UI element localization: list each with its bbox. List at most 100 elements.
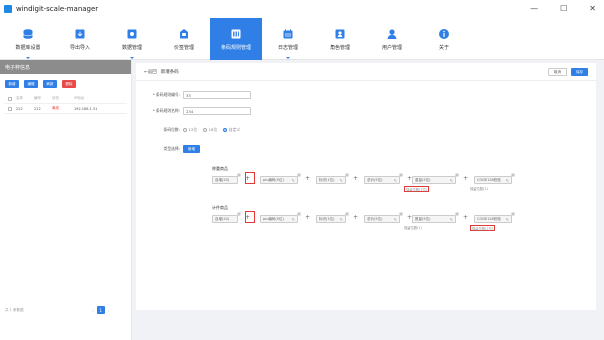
segment-label: 标识(1位) xyxy=(319,216,335,221)
table-row[interactable]: 222 222 离线 192.168.1.31 xyxy=(4,104,127,114)
toolbar-item-3[interactable]: 价签管理 xyxy=(158,18,210,60)
rule-name-input[interactable]: 234 xyxy=(183,107,251,115)
rule-code-row: * 条码规则编号: 33 xyxy=(140,91,251,99)
remove-segment-icon[interactable]: × xyxy=(399,212,403,216)
segment-chip[interactable]: plu编码(5位) ✎ xyxy=(260,176,298,184)
segment-label: 自增(20) xyxy=(215,177,230,182)
app-title: windigit-scale-manager xyxy=(16,5,99,13)
segment-chip[interactable]: 标识(1位) ✎ xyxy=(316,215,346,223)
toolbar-label: 导出导入 xyxy=(69,44,90,51)
toolbar-label: 关于 xyxy=(438,44,449,51)
calendar-log-icon xyxy=(282,28,295,41)
segment-chip[interactable]: 标识(1位) ✎ xyxy=(316,176,346,184)
remove-segment-icon[interactable]: × xyxy=(237,212,241,216)
edit-icon[interactable]: ✎ xyxy=(450,217,453,222)
close-button[interactable]: ✕ xyxy=(589,4,596,13)
toolbar-item-2[interactable]: 数据管理 xyxy=(106,18,158,60)
segment-label: plu编码(5位) xyxy=(263,177,284,182)
minimize-button[interactable]: — xyxy=(530,4,538,13)
header-name: 名称 xyxy=(16,96,23,100)
segment-label: CODE128校验 xyxy=(477,216,501,221)
toolbar-item-1[interactable]: 导出导入 xyxy=(54,18,106,60)
caret-down-icon xyxy=(286,57,290,59)
page-number-button[interactable]: 1 xyxy=(96,306,105,314)
rule-name-row: * 条码规则名称: 234 xyxy=(140,107,251,115)
plus-icon: + xyxy=(305,214,311,221)
add-segment-button[interactable]: 新增 xyxy=(183,145,200,153)
segment-chip[interactable]: 重量(5位) ✎ xyxy=(412,176,456,184)
edit-icon[interactable]: ✎ xyxy=(340,178,343,183)
remove-segment-icon[interactable]: × xyxy=(455,212,459,216)
pagination: ‹ 1 › xyxy=(92,306,109,314)
sidebar-button-3[interactable]: 删除 xyxy=(62,80,76,88)
remove-segment-icon[interactable]: × xyxy=(399,173,403,177)
toolbar-item-5[interactable]: 日志管理 xyxy=(262,18,314,60)
remove-segment-icon[interactable]: × xyxy=(297,173,301,177)
segment-label: 数量(5位) xyxy=(415,216,431,221)
remove-segment-icon[interactable]: × xyxy=(297,212,301,216)
segment-chip[interactable]: 自增(20) xyxy=(212,176,238,184)
segment-chip[interactable]: 自增(20) xyxy=(212,215,238,223)
segment-chip[interactable]: 总价(5位) ✎ xyxy=(364,215,400,223)
select-all-checkbox[interactable] xyxy=(8,96,12,101)
segment-chip[interactable]: plu编码(5位) ✎ xyxy=(260,215,298,223)
edit-icon[interactable]: ✎ xyxy=(340,217,343,222)
toolbar-item-8[interactable]: 关于 xyxy=(418,18,470,60)
toolbar-item-7[interactable]: 用户管理 xyxy=(366,18,418,60)
edit-icon[interactable]: ✎ xyxy=(450,178,453,183)
row-checkbox[interactable] xyxy=(8,106,12,111)
toolbar-item-6[interactable]: 角色管理 xyxy=(314,18,366,60)
remove-segment-icon[interactable]: × xyxy=(511,173,515,177)
maximize-button[interactable]: ☐ xyxy=(560,4,567,13)
segment-chip[interactable]: 总价(5位) ✎ xyxy=(364,176,400,184)
toolbar-item-4[interactable]: 条码规则管理 xyxy=(210,18,262,60)
remove-segment-icon[interactable]: × xyxy=(237,173,241,177)
precision-setting[interactable]: 保留位数(7位) xyxy=(470,225,496,231)
edit-icon[interactable]: ✎ xyxy=(506,178,509,183)
prev-page-button[interactable]: ‹ xyxy=(92,308,94,313)
panel-header: ←返回 新增条码 取消 保存 xyxy=(136,63,596,81)
sidebar-button-0[interactable]: 新增 xyxy=(5,80,19,88)
segment-label: 总价(5位) xyxy=(367,177,383,182)
radio-13[interactable]: 13位 xyxy=(183,127,197,133)
toolbar-label: 用户管理 xyxy=(381,44,402,51)
toolbar-label: 条码规则管理 xyxy=(220,44,251,51)
edit-icon[interactable]: ✎ xyxy=(506,217,509,222)
remove-segment-icon[interactable]: × xyxy=(511,212,515,216)
precision-setting[interactable]: 保留位数(7位) xyxy=(404,186,430,192)
role-icon xyxy=(334,28,347,41)
segment-chip[interactable]: 数量(5位) ✎ xyxy=(412,215,456,223)
sidebar-button-2[interactable]: 刷新 xyxy=(43,80,57,88)
caret-down-icon xyxy=(130,57,134,59)
remove-segment-icon[interactable]: × xyxy=(455,173,459,177)
back-link[interactable]: ←返回 xyxy=(144,69,157,75)
segment-label: CODE128校验 xyxy=(477,177,501,182)
rule-code-input[interactable]: 33 xyxy=(183,91,251,99)
edit-icon[interactable]: ✎ xyxy=(292,217,295,222)
segment-chip[interactable]: CODE128校验 ✎ xyxy=(474,215,512,223)
toolbar-item-0[interactable]: 数据库设置 xyxy=(2,18,54,60)
sidebar-title: 电子秤信息 xyxy=(0,60,131,74)
type-row: 类型选择: 新增 xyxy=(140,145,200,153)
length-label: 条码位数: xyxy=(163,127,180,132)
cancel-button[interactable]: 取消 xyxy=(548,68,567,76)
sidebar-button-1[interactable]: 编辑 xyxy=(24,80,38,88)
plus-icon: + xyxy=(463,175,469,182)
remove-segment-icon[interactable]: × xyxy=(345,212,349,216)
radio-13-icon xyxy=(183,128,187,132)
segment-chip[interactable]: CODE128校验 ✎ xyxy=(474,176,512,184)
save-button[interactable]: 保存 xyxy=(571,68,588,76)
header-ip: IP地址 xyxy=(74,96,85,100)
edit-icon[interactable]: ✎ xyxy=(292,178,295,183)
section-count-title: 计件商品 xyxy=(212,205,228,210)
radio-custom[interactable]: 自定义 xyxy=(223,127,240,133)
next-page-button[interactable]: › xyxy=(108,308,110,313)
edit-icon[interactable]: ✎ xyxy=(394,178,397,183)
edit-icon[interactable]: ✎ xyxy=(394,217,397,222)
radio-18[interactable]: 18位 xyxy=(203,127,217,133)
precision-setting: 保留位数(2) xyxy=(470,187,488,191)
radio-custom-icon xyxy=(223,128,228,132)
title-bar: windigit-scale-manager — ☐ ✕ xyxy=(0,0,604,18)
remove-segment-icon[interactable]: × xyxy=(345,173,349,177)
segment-label: plu编码(5位) xyxy=(263,216,284,221)
